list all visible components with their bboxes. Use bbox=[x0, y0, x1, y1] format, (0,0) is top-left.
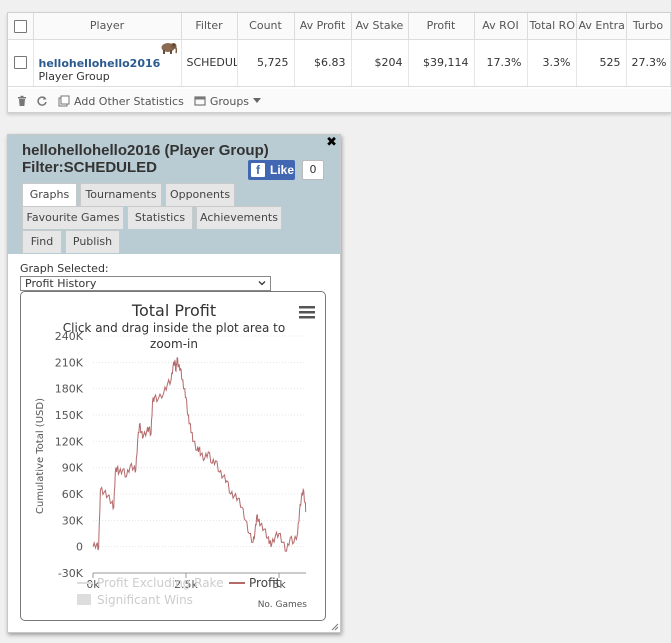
legend-significant-wins[interactable]: Significant Wins bbox=[77, 593, 193, 607]
y-tick-label: -30K bbox=[58, 567, 84, 580]
chart-subtitle-line-2: zoom-in bbox=[150, 337, 198, 351]
column-header-player[interactable]: Player bbox=[33, 13, 182, 40]
player-type-label: Player Group bbox=[38, 69, 110, 83]
filter-value: SCHEDULED bbox=[63, 159, 158, 176]
chevron-down-icon bbox=[258, 281, 266, 286]
grid-toolbar: Add Other Statistics Groups bbox=[8, 89, 671, 112]
av-profit-cell: $6.83 bbox=[294, 39, 352, 87]
column-header-av-roi[interactable]: Av ROI bbox=[474, 13, 528, 40]
panel-header: hellohellohello2016 (Player Group) Filte… bbox=[8, 135, 340, 254]
turbo-cell: 27.3% bbox=[626, 39, 671, 87]
player-name-link[interactable]: hellohellohello2016 bbox=[39, 57, 176, 70]
y-tick-label: 120K bbox=[55, 435, 84, 448]
y-tick-label: 240K bbox=[55, 330, 84, 343]
groups-icon bbox=[194, 96, 206, 106]
legend-label-profit: Profit bbox=[249, 576, 281, 590]
tab-favourite-games[interactable]: Favourite Games bbox=[22, 206, 124, 229]
column-header-total-roi[interactable]: Total RO bbox=[527, 13, 577, 40]
x-axis-label: No. Games bbox=[258, 600, 308, 610]
trash-icon[interactable] bbox=[16, 95, 28, 107]
legend-label-profit-excluding-rake: Profit Excluding Rake bbox=[97, 576, 223, 590]
column-header-turbo[interactable]: Turbo bbox=[626, 13, 671, 40]
count-cell: 5,725 bbox=[237, 39, 295, 87]
column-header-profit[interactable]: Profit bbox=[408, 13, 475, 40]
chart-gridlines bbox=[93, 335, 306, 574]
profit-chart[interactable]: Total Profit Click and drag inside the p… bbox=[20, 291, 326, 621]
y-axis-ticks: -30K 0 30K 60K 90K 120K 150K 180K 210K 240K bbox=[55, 330, 84, 580]
total-roi-cell: 3.3% bbox=[527, 39, 577, 87]
like-label: Like bbox=[270, 163, 295, 177]
player-cell: hellohellohello2016 Player Group bbox=[33, 39, 182, 87]
statistics-grid: Player Filter Count Av Profit Av Stake P… bbox=[7, 12, 671, 113]
elephant-icon bbox=[161, 42, 177, 54]
graph-select[interactable]: Profit History bbox=[20, 276, 271, 291]
column-header-filter[interactable]: Filter bbox=[181, 13, 238, 40]
facebook-like-button[interactable]: f Like bbox=[248, 160, 295, 180]
row-checkbox[interactable] bbox=[13, 56, 27, 70]
add-window-icon bbox=[58, 95, 70, 107]
av-roi-cell: 17.3% bbox=[474, 39, 528, 87]
tab-opponents[interactable]: Opponents bbox=[165, 183, 235, 206]
groups-label: Groups bbox=[209, 94, 250, 108]
legend-profit-excluding-rake[interactable]: Profit Excluding Rake bbox=[77, 576, 223, 590]
tab-graphs[interactable]: Graphs bbox=[22, 183, 77, 206]
tab-achievements[interactable]: Achievements bbox=[196, 206, 282, 229]
panel-filter: Filter:SCHEDULED bbox=[22, 159, 157, 176]
profit-cell: $39,114 bbox=[408, 39, 475, 87]
row-select-cell[interactable] bbox=[8, 39, 34, 87]
table-row[interactable]: hellohellohello2016 Player Group SCHEDUL… bbox=[8, 39, 671, 87]
chart-title: Total Profit bbox=[131, 301, 216, 320]
av-stake-cell: $204 bbox=[351, 39, 409, 87]
tab-publish[interactable]: Publish bbox=[65, 230, 120, 253]
refresh-icon[interactable] bbox=[36, 95, 48, 107]
like-count: 0 bbox=[302, 160, 324, 180]
tab-find[interactable]: Find bbox=[22, 230, 62, 253]
column-header-av-entrants[interactable]: Av Entra bbox=[576, 13, 627, 40]
resize-grip-icon[interactable] bbox=[331, 623, 339, 631]
column-header-av-stake[interactable]: Av Stake bbox=[351, 13, 409, 40]
tab-tournaments[interactable]: Tournaments bbox=[80, 183, 162, 206]
groups-dropdown[interactable]: Groups bbox=[192, 94, 262, 108]
select-all-checkbox[interactable] bbox=[13, 19, 27, 33]
y-axis-label: Cumulative Total (USD) bbox=[35, 398, 46, 514]
panel-title: hellohellohello2016 (Player Group) bbox=[22, 142, 269, 159]
legend-profit[interactable]: Profit bbox=[229, 576, 281, 590]
column-header-av-profit[interactable]: Av Profit bbox=[294, 13, 352, 40]
y-tick-label: 210K bbox=[55, 356, 84, 369]
av-entrants-cell: 525 bbox=[576, 39, 627, 87]
y-tick-label: 0 bbox=[76, 541, 83, 554]
y-tick-label: 150K bbox=[55, 409, 84, 422]
chart-canvas[interactable]: Total Profit Click and drag inside the p… bbox=[21, 292, 326, 621]
column-header-count[interactable]: Count bbox=[237, 13, 295, 40]
facebook-icon: f bbox=[251, 163, 265, 177]
add-other-statistics-label: Add Other Statistics bbox=[74, 94, 184, 108]
select-all-cell[interactable] bbox=[8, 13, 34, 40]
filter-label: Filter: bbox=[22, 159, 64, 176]
graph-select-value: Profit History bbox=[25, 277, 97, 290]
player-group-panel: hellohellohello2016 (Player Group) Filte… bbox=[7, 134, 341, 633]
chart-subtitle-line-1: Click and drag inside the plot area to bbox=[63, 321, 285, 335]
y-tick-label: 90K bbox=[62, 462, 84, 475]
statistics-table: Player Filter Count Av Profit Av Stake P… bbox=[8, 13, 671, 87]
profit-series-line bbox=[92, 357, 307, 552]
y-tick-label: 60K bbox=[62, 488, 84, 501]
chevron-down-icon bbox=[253, 98, 262, 103]
legend-label-significant-wins: Significant Wins bbox=[97, 593, 193, 607]
chart-menu-icon[interactable] bbox=[299, 306, 315, 319]
header-row: Player Filter Count Av Profit Av Stake P… bbox=[8, 13, 671, 40]
filter-cell: SCHEDULED bbox=[181, 39, 238, 87]
add-other-statistics-button[interactable]: Add Other Statistics bbox=[56, 95, 184, 108]
y-tick-label: 30K bbox=[62, 514, 84, 527]
close-icon[interactable]: ✖ bbox=[326, 135, 337, 150]
graph-selected-label: Graph Selected: bbox=[20, 262, 109, 275]
y-tick-label: 180K bbox=[55, 383, 84, 396]
tab-statistics[interactable]: Statistics bbox=[127, 206, 193, 229]
